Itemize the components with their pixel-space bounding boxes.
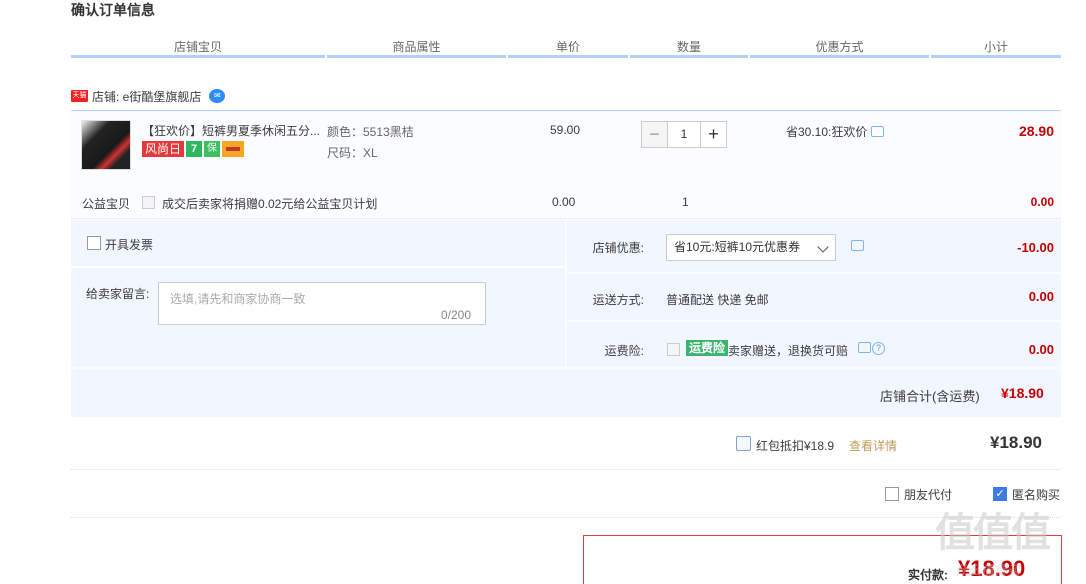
- red-packet-total: ¥18.90: [990, 433, 1042, 452]
- message-icon[interactable]: [858, 342, 871, 353]
- fashion-day-badge[interactable]: 风尚日: [142, 141, 185, 157]
- anonymous-label[interactable]: 匿名购买: [1012, 486, 1060, 503]
- friend-pay-label[interactable]: 朋友代付: [904, 486, 952, 503]
- guarantee-icon[interactable]: 保: [204, 141, 221, 157]
- column-header-subtotal: 小计: [931, 38, 1061, 58]
- invoice-label[interactable]: 开具发票: [105, 236, 153, 253]
- payment-label: 实付款:: [908, 568, 948, 582]
- invoice-checkbox[interactable]: [87, 236, 101, 250]
- item-unit-price: 59.00: [550, 123, 581, 137]
- charity-qty: 1: [682, 195, 689, 209]
- quantity-stepper: − 1 +: [641, 121, 727, 148]
- column-header-discount: 优惠方式: [750, 38, 929, 58]
- insurance-checkbox[interactable]: [667, 343, 680, 356]
- credit-card-icon[interactable]: [222, 141, 245, 157]
- red-packet-checkbox[interactable]: [736, 436, 751, 451]
- shipping-value: 普通配送 快递 免邮: [666, 293, 769, 307]
- options-left-divider: [71, 266, 565, 268]
- divider: [71, 469, 1061, 470]
- insurance-icons: ?: [858, 342, 885, 355]
- charity-checkbox[interactable]: [142, 196, 155, 209]
- message-icon[interactable]: [871, 126, 885, 137]
- quantity-minus-button[interactable]: −: [641, 121, 668, 148]
- memo-placeholder: 选填,请先和商家协商一致: [170, 292, 306, 306]
- chevron-down-icon: [817, 241, 829, 253]
- column-header-attributes: 商品属性: [327, 38, 506, 58]
- insurance-text: 卖家赠送，退换货可赔: [728, 344, 849, 358]
- shop-total-value: ¥18.90: [1001, 385, 1044, 401]
- shop-coupon-select[interactable]: 省10元:短裤10元优惠券: [666, 234, 836, 261]
- item-tags: 风尚日 7 保: [142, 141, 245, 157]
- coupon-message-icon[interactable]: [851, 240, 864, 251]
- shop-name-link[interactable]: 店铺: e街酷堡旗舰店: [92, 88, 201, 105]
- wangwang-chat-icon[interactable]: ✉: [209, 89, 226, 103]
- red-packet-label[interactable]: 红包抵扣¥18.9: [756, 437, 834, 454]
- column-header-shop-item: 店铺宝贝: [71, 38, 325, 58]
- tmall-icon: 天猫: [71, 90, 88, 102]
- charity-subtotal: 0.00: [1030, 195, 1054, 209]
- page-title: 确认订单信息: [71, 2, 155, 18]
- insurance-label: 运费险:: [604, 344, 644, 358]
- shipping-amount: 0.00: [1028, 289, 1054, 304]
- seven-day-return-icon[interactable]: 7: [186, 141, 203, 157]
- friend-pay-checkbox[interactable]: [885, 487, 899, 501]
- payment-value: ¥18.90: [958, 556, 1026, 581]
- anonymous-checkbox[interactable]: ✓: [993, 487, 1007, 501]
- quantity-plus-button[interactable]: +: [700, 121, 727, 148]
- column-header-unit-price: 单价: [508, 38, 628, 58]
- memo-label: 给卖家留言:: [86, 287, 150, 301]
- item-discount: 省30.10:狂欢价: [786, 123, 885, 140]
- divider: [71, 517, 1061, 518]
- item-attr-color: 颜色：5513黑桔: [327, 125, 414, 139]
- charity-label: 公益宝贝: [82, 197, 131, 211]
- item-attr-size: 尺码：XL: [327, 146, 378, 160]
- insurance-badge: 运费险: [686, 340, 729, 356]
- item-thumbnail[interactable]: [81, 120, 131, 170]
- column-header-quantity: 数量: [630, 38, 748, 58]
- charity-price: 0.00: [552, 195, 576, 209]
- shop-coupon-amount: -10.00: [1017, 240, 1054, 255]
- shop-coupon-label: 店铺优惠:: [592, 241, 644, 255]
- item-title-link[interactable]: 【狂欢价】短裤男夏季休闲五分...: [142, 122, 322, 139]
- item-subtotal: 28.90: [1018, 123, 1054, 139]
- help-icon[interactable]: ?: [872, 342, 885, 355]
- shipping-label: 运送方式:: [592, 293, 644, 307]
- memo-count: 0/200: [441, 308, 472, 322]
- shop-coupon-value: 省10元:短裤10元优惠券: [674, 240, 801, 254]
- quantity-input[interactable]: 1: [668, 121, 700, 148]
- red-packet-detail-link[interactable]: 查看详情: [849, 437, 897, 454]
- insurance-amount: 0.00: [1028, 342, 1054, 357]
- item-discount-text: 省30.10:狂欢价: [786, 125, 868, 139]
- shop-line: 天猫 店铺: e街酷堡旗舰店 ✉: [71, 88, 226, 105]
- charity-text: 成交后卖家将捐赠0.02元给公益宝贝计划: [162, 197, 378, 211]
- shop-total-label: 店铺合计(含运费): [880, 389, 980, 404]
